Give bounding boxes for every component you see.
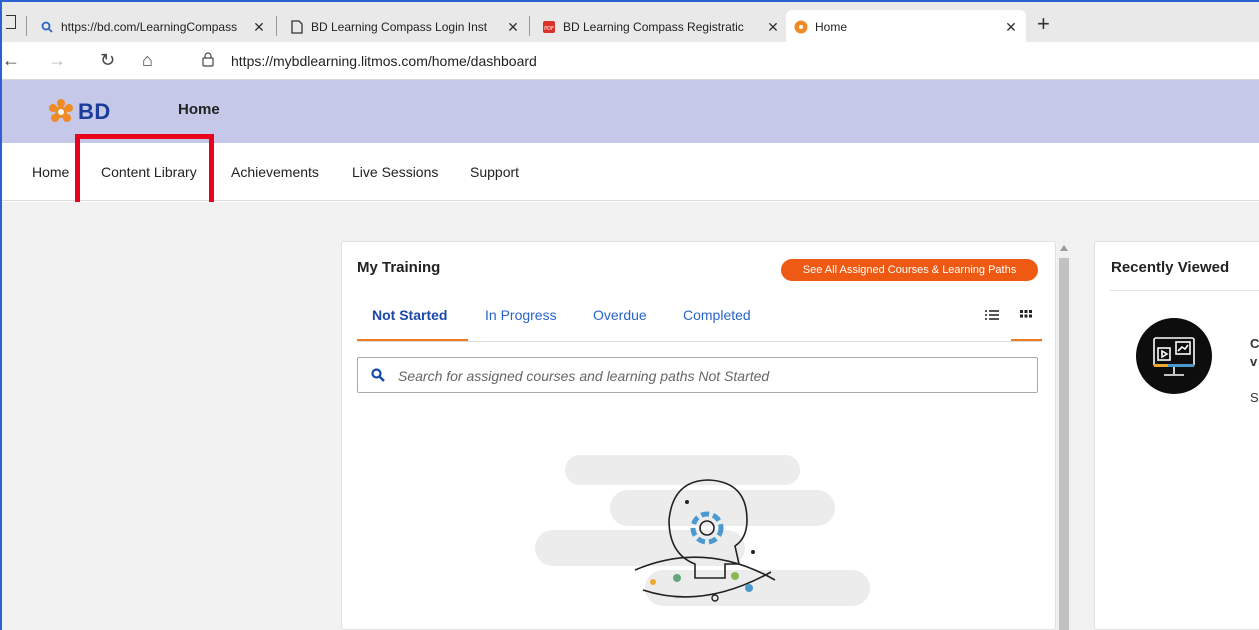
lock-icon[interactable] (202, 52, 214, 67)
nav-item-home[interactable]: Home (32, 164, 69, 180)
tab-title: https://bd.com/LearningCompass (61, 20, 238, 34)
my-training-title: My Training (357, 259, 441, 276)
browser-tab-login-instructions[interactable]: BD Learning Compass Login Inst ✕ (282, 10, 522, 44)
recently-viewed-title: Recently Viewed (1111, 259, 1230, 276)
active-view-indicator (1011, 339, 1042, 341)
tab-actions-icon[interactable] (6, 15, 16, 29)
tab-completed[interactable]: Completed (683, 307, 751, 323)
tab-title: BD Learning Compass Login Inst (311, 20, 488, 34)
tab-separator (276, 16, 277, 36)
recent-course-title[interactable]: v (1250, 354, 1257, 369)
scrollbar-thumb[interactable] (1059, 258, 1069, 630)
scroll-up-icon[interactable] (1060, 245, 1068, 251)
close-icon[interactable]: ✕ (504, 19, 522, 36)
bd-logo[interactable]: BD (48, 99, 111, 125)
bd-logo-icon (794, 20, 808, 34)
tab-not-started[interactable]: Not Started (372, 307, 447, 323)
tab-separator (26, 16, 27, 36)
empty-state-illustration (535, 455, 870, 606)
recent-course-title[interactable]: C (1250, 336, 1259, 351)
tab-overdue[interactable]: Overdue (593, 307, 647, 323)
highlight-annotation (75, 134, 214, 210)
recently-viewed-card (1094, 241, 1259, 630)
recent-course-status: S (1250, 390, 1259, 405)
browser-tab-registration[interactable]: PDF BD Learning Compass Registratic ✕ (534, 10, 782, 44)
forward-icon[interactable]: → (48, 50, 66, 70)
nav-item-support[interactable]: Support (470, 164, 519, 180)
svg-text:PDF: PDF (544, 26, 554, 32)
url-input[interactable]: https://mybdlearning.litmos.com/home/das… (231, 53, 537, 69)
browser-tab-learning-compass[interactable]: https://bd.com/LearningCompass ✕ (32, 10, 268, 44)
tab-separator (529, 16, 530, 36)
nav-item-live-sessions[interactable]: Live Sessions (352, 164, 438, 180)
close-icon[interactable]: ✕ (1002, 19, 1020, 36)
nav-item-achievements[interactable]: Achievements (231, 164, 319, 180)
refresh-icon[interactable]: ↻ (100, 50, 115, 70)
tab-title: BD Learning Compass Registratic (563, 20, 744, 34)
page-icon (290, 20, 304, 34)
monitor-video-icon (1153, 337, 1195, 376)
home-icon[interactable]: ⌂ (142, 50, 153, 70)
list-view-icon[interactable] (984, 307, 1000, 323)
training-search-input[interactable] (398, 366, 1018, 386)
pdf-icon: PDF (542, 20, 556, 34)
new-tab-icon[interactable]: + (1037, 11, 1050, 37)
browser-tab-strip: https://bd.com/LearningCompass ✕ BD Lear… (0, 0, 1259, 44)
bd-logo-icon (49, 99, 73, 122)
close-icon[interactable]: ✕ (250, 19, 268, 36)
close-icon[interactable]: ✕ (764, 19, 782, 36)
search-icon (40, 20, 54, 34)
window-border (0, 0, 2, 630)
page-title: Home (178, 101, 220, 118)
back-icon[interactable]: ← (2, 50, 20, 70)
active-tab-indicator (357, 339, 468, 341)
browser-tab-home[interactable]: Home ✕ (786, 10, 1026, 44)
recent-course-thumbnail[interactable] (1136, 318, 1212, 394)
see-all-assigned-button[interactable]: See All Assigned Courses & Learning Path… (781, 259, 1038, 281)
divider (1110, 290, 1259, 291)
tab-title: Home (815, 20, 848, 34)
logo-text: BD (78, 99, 111, 124)
search-icon (371, 368, 385, 382)
grid-view-icon[interactable] (1018, 307, 1034, 323)
tab-in-progress[interactable]: In Progress (485, 307, 557, 323)
address-bar: ← → ↻ ⌂ https://mybdlearning.litmos.com/… (0, 42, 1259, 80)
